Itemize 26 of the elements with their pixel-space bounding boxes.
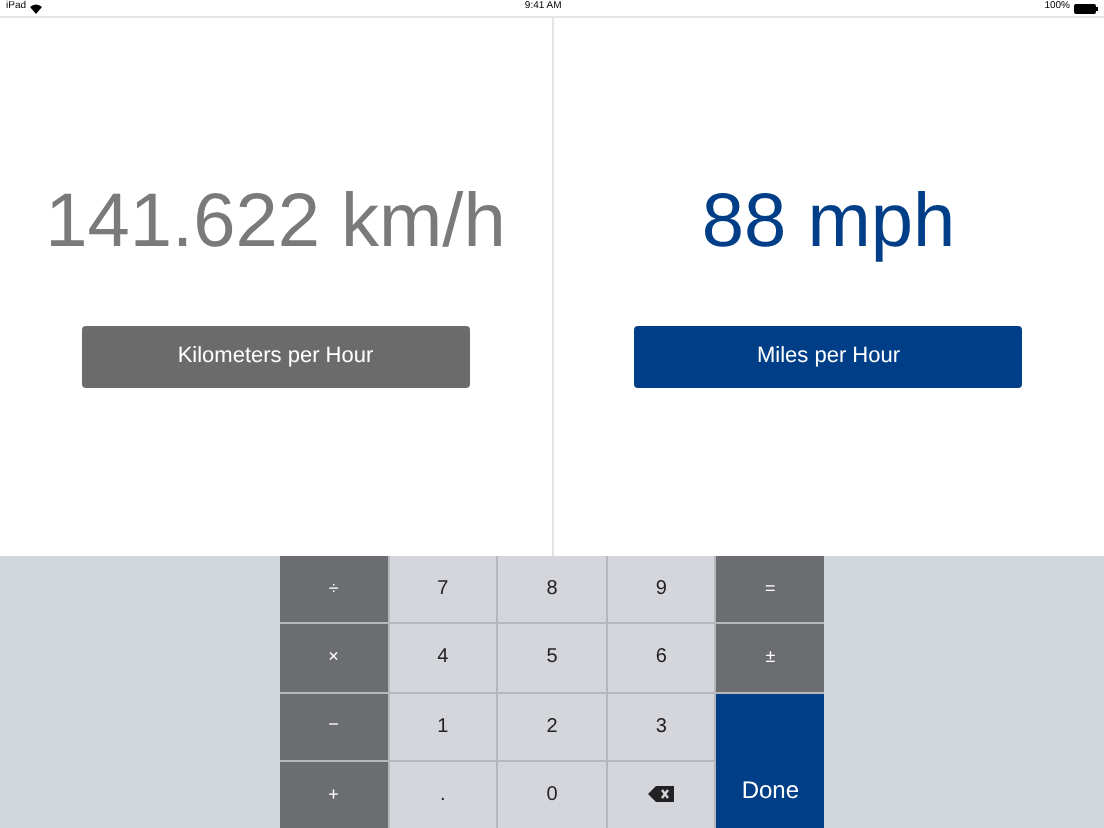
unit-button[interactable]: Miles per Hour xyxy=(634,326,1023,388)
digit-key[interactable]: 3 xyxy=(607,693,715,760)
backspace-icon xyxy=(648,786,675,803)
digit-key[interactable]: 2 xyxy=(498,693,606,760)
digit-key[interactable]: 1 xyxy=(389,693,497,760)
digit-key[interactable]: 0 xyxy=(498,761,606,828)
digit-key[interactable]: 9 xyxy=(607,556,715,623)
digit-key[interactable]: . xyxy=(389,761,497,828)
operator-key[interactable]: + xyxy=(280,761,388,828)
battery-icon xyxy=(1073,3,1098,13)
digit-key[interactable]: 6 xyxy=(607,624,715,691)
wifi-icon xyxy=(30,3,43,13)
converted-value: 88 mph xyxy=(701,178,956,262)
backspace-key[interactable] xyxy=(607,761,715,828)
operator-key[interactable]: × xyxy=(280,624,388,691)
operator-key[interactable]: − xyxy=(280,693,388,760)
done-key[interactable]: Done xyxy=(716,693,824,828)
digit-key[interactable]: 5 xyxy=(498,624,606,691)
operator-key[interactable]: = xyxy=(716,556,824,623)
operator-key[interactable]: ± xyxy=(716,624,824,691)
unit-button[interactable]: Kilometers per Hour xyxy=(81,326,470,388)
digit-key[interactable]: 8 xyxy=(498,556,606,623)
digit-key[interactable]: 7 xyxy=(389,556,497,623)
digit-key[interactable]: 4 xyxy=(389,624,497,691)
operator-key[interactable]: ÷ xyxy=(280,556,388,623)
converted-value: 141.622 km/h xyxy=(45,178,506,262)
